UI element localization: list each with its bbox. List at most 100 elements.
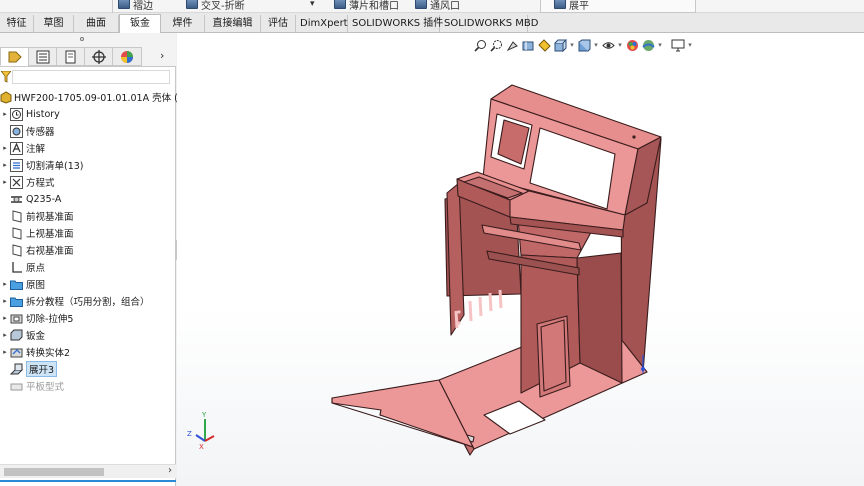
panel-grip[interactable] — [0, 33, 176, 45]
tree-item-label: 转换实体2 — [26, 348, 71, 359]
scrollbar-thumb[interactable] — [4, 468, 104, 476]
sheet-metal-model[interactable]: Y Z X — [177, 33, 864, 486]
graphics-viewport[interactable]: ▾ ▾ ▾ ▾ ▾ Y Z X — [177, 33, 864, 486]
tree-item-label: 拆分教程（巧用分割，组合） — [26, 297, 150, 308]
reference-triad: Y Z X — [187, 411, 215, 451]
origin-icon — [12, 261, 22, 273]
tree-item-unfold-3[interactable]: 展开3 — [0, 361, 176, 377]
tab-sketch[interactable]: 草图 — [34, 15, 74, 33]
expand-arrow-icon[interactable]: ▸ — [0, 110, 10, 118]
scroll-right-icon[interactable]: › — [168, 465, 172, 476]
tree-item-sensors[interactable]: 传感器 — [0, 123, 176, 139]
plane-icon — [12, 243, 22, 257]
tree-item-material[interactable]: Q235-A — [0, 191, 176, 207]
plane-icon — [12, 209, 22, 223]
hem-icon — [118, 0, 130, 9]
ribbon-commands: 褶边 交叉-折断 ▾ 薄片和槽口 通风口 展平 — [0, 0, 864, 13]
filter-icon[interactable] — [1, 71, 11, 83]
convert-entities-icon — [10, 348, 23, 357]
tree-item-annotations[interactable]: ▸ 注解 — [0, 140, 176, 156]
top-small-hole — [632, 135, 636, 139]
solidworks-window: 褶边 交叉-折断 ▾ 薄片和槽口 通风口 展平 特征 草图 曲面 钣金 焊件 直… — [0, 0, 864, 486]
tree-item-right-plane[interactable]: 右视基准面 — [0, 242, 176, 258]
tab-dimxpert-manager[interactable] — [84, 47, 114, 66]
equation-icon — [10, 175, 23, 189]
sensor-icon — [10, 124, 23, 138]
tab-direct-editing[interactable]: 直接编辑 — [205, 15, 261, 33]
expand-arrow-icon[interactable]: ▸ — [0, 144, 10, 152]
tree-item-top-plane[interactable]: 上视基准面 — [0, 225, 176, 241]
left-hole — [457, 310, 461, 314]
tree-item-extrude-cut-5[interactable]: ▸ 切除-拉伸5 — [0, 310, 176, 326]
tree-item-equations[interactable]: ▸ 方程式 — [0, 174, 176, 190]
expand-arrow-icon[interactable]: ▸ — [0, 314, 10, 322]
triad-x-label: X — [199, 443, 204, 451]
tab-property-manager[interactable] — [28, 47, 58, 66]
tree-item-origin[interactable]: 原点 — [0, 259, 176, 275]
cross-break-icon — [186, 0, 198, 9]
tree-item-label: 展开3 — [26, 361, 58, 377]
triad-z-label: Z — [187, 430, 192, 438]
tree-item-label: 切除-拉伸5 — [26, 314, 74, 325]
expand-arrow-icon[interactable]: ▸ — [0, 297, 10, 305]
tab-sheet-metal[interactable]: 钣金 — [119, 14, 161, 34]
tab-surfaces[interactable]: 曲面 — [74, 15, 119, 33]
filter-row — [0, 69, 176, 85]
tree-item-convert-entities-2[interactable]: ▸ 转换实体2 — [0, 344, 176, 360]
tree-item-label: History — [26, 108, 60, 120]
tab-slot-button[interactable]: 薄片和槽口 — [334, 0, 399, 12]
tab-solidworks-addins[interactable]: SOLIDWORKS 插件 — [348, 15, 443, 33]
extrude-cut-icon — [10, 314, 23, 323]
tab-dimxpert[interactable]: DimXpert — [296, 15, 348, 33]
tree-item-label: 注解 — [26, 144, 46, 155]
chevron-down-icon: ▾ — [310, 0, 315, 9]
tab-evaluate[interactable]: 评估 — [261, 15, 296, 33]
unfold-icon — [10, 363, 23, 374]
tree-item-label: 上视基准面 — [26, 229, 74, 240]
expand-arrow-icon[interactable]: ▸ — [0, 280, 10, 288]
left-hole — [457, 321, 461, 325]
plane-icon — [12, 226, 22, 240]
tab-display-manager[interactable] — [112, 47, 142, 66]
model-geometry — [331, 84, 662, 456]
horizontal-scrollbar[interactable]: › — [0, 464, 176, 478]
sheet-metal-icon — [10, 329, 23, 340]
vent-button[interactable]: 通风口 — [415, 0, 460, 12]
tab-solidworks-mbd[interactable]: SOLIDWORKS MBD — [440, 15, 538, 33]
expand-arrow-icon[interactable]: ▸ — [0, 161, 10, 169]
cross-break-button[interactable]: 交叉-折断 — [186, 0, 245, 12]
tree-item-label: 钣金 — [26, 331, 46, 342]
expand-arrow-icon[interactable]: ▸ — [0, 331, 10, 339]
tab-weldments[interactable]: 焊件 — [161, 15, 205, 33]
tab-features[interactable]: 特征 — [0, 15, 34, 33]
tree-item-folder-split-tutorial[interactable]: ▸ 拆分教程（巧用分割，组合） — [0, 293, 176, 309]
crosshair-icon — [92, 49, 106, 64]
chevron-button[interactable]: ▾ — [310, 0, 315, 11]
command-manager-tabs: 特征 草图 曲面 钣金 焊件 直接编辑 评估 DimXpert SOLIDWOR… — [0, 13, 864, 34]
tree-item-label: 原点 — [26, 263, 46, 274]
tab-feature-manager[interactable] — [0, 47, 30, 66]
annotation-icon — [10, 141, 23, 155]
tree-item-label: 前视基准面 — [26, 212, 74, 223]
tab-configuration-manager[interactable] — [56, 47, 86, 66]
tab-slot-icon — [334, 0, 346, 9]
tree-item-front-plane[interactable]: 前视基准面 — [0, 208, 176, 224]
filter-input[interactable] — [12, 70, 170, 84]
tree-item-folder-original[interactable]: ▸ 原图 — [0, 276, 176, 292]
tree-item-label: Q235-A — [26, 193, 62, 205]
more-tabs-arrow[interactable]: › — [160, 49, 164, 62]
flatten-button[interactable]: 展平 — [554, 0, 589, 12]
tree-item-cut-list[interactable]: ▸ 切割清单(13) — [0, 157, 176, 173]
tree-item-flat-pattern[interactable]: 平板型式 — [0, 378, 176, 394]
tree-item-sheet-metal[interactable]: ▸ 钣金 — [0, 327, 176, 343]
vent-icon — [415, 0, 427, 9]
folder-icon — [10, 280, 23, 290]
property-manager-icon — [36, 50, 50, 63]
feature-manager-panel: › HWF200-1705.09-01.01.01A 壳体 (默 ▸ Histo… — [0, 33, 187, 486]
tree-item-label: 切割清单(13) — [26, 161, 84, 172]
expand-arrow-icon[interactable]: ▸ — [0, 178, 10, 186]
expand-arrow-icon[interactable]: ▸ — [0, 348, 10, 356]
tree-item-history[interactable]: ▸ History — [0, 106, 176, 122]
hem-button[interactable]: 褶边 — [118, 0, 153, 12]
tree-root-part[interactable]: HWF200-1705.09-01.01.01A 壳体 (默 — [0, 89, 187, 105]
